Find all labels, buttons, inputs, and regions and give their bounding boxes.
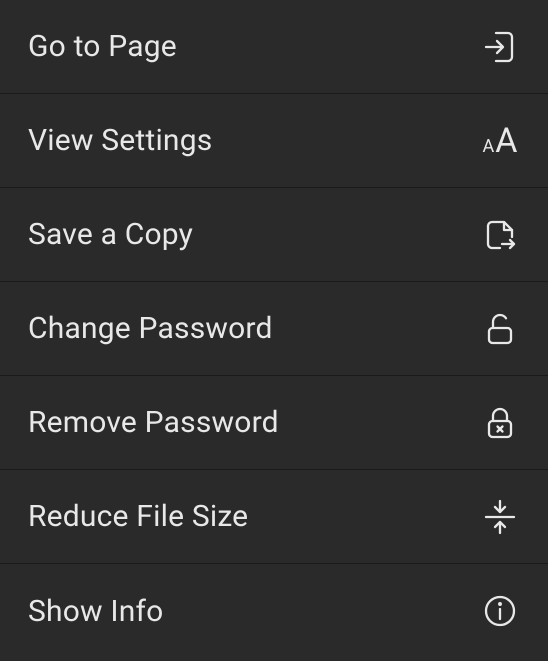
compress-icon <box>480 497 520 537</box>
go-to-page-icon <box>480 27 520 67</box>
change-password-label: Change Password <box>28 311 273 346</box>
info-icon <box>480 591 520 631</box>
show-info-label: Show Info <box>28 594 164 629</box>
unlock-icon <box>480 309 520 349</box>
go-to-page-label: Go to Page <box>28 29 177 64</box>
save-copy-icon <box>480 215 520 255</box>
view-settings-item[interactable]: View Settings AA <box>0 94 548 188</box>
remove-password-label: Remove Password <box>28 405 279 440</box>
save-a-copy-item[interactable]: Save a Copy <box>0 188 548 282</box>
text-size-icon: AA <box>480 121 520 161</box>
save-a-copy-label: Save a Copy <box>28 217 193 252</box>
change-password-item[interactable]: Change Password <box>0 282 548 376</box>
document-actions-menu: Go to Page View Settings AA Save a Copy <box>0 0 548 658</box>
remove-password-item[interactable]: Remove Password <box>0 376 548 470</box>
go-to-page-item[interactable]: Go to Page <box>0 0 548 94</box>
reduce-file-size-label: Reduce File Size <box>28 499 248 534</box>
view-settings-label: View Settings <box>28 123 212 158</box>
show-info-item[interactable]: Show Info <box>0 564 548 658</box>
lock-remove-icon <box>480 403 520 443</box>
reduce-file-size-item[interactable]: Reduce File Size <box>0 470 548 564</box>
